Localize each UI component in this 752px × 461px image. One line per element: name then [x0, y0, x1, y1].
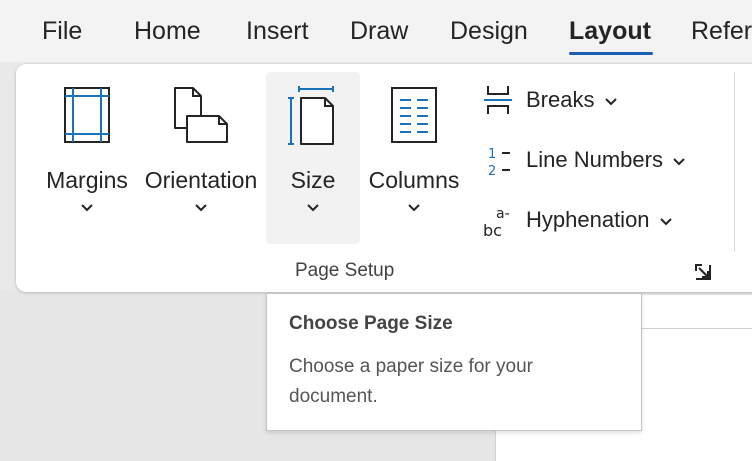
margins-label: Margins	[46, 167, 128, 193]
group-label-page-setup: Page Setup	[295, 260, 395, 281]
dialog-launcher-icon[interactable]	[694, 263, 712, 286]
tab-layout[interactable]: Layout	[569, 17, 651, 46]
chevron-down-icon	[80, 200, 94, 218]
svg-text:a-: a-	[496, 206, 510, 222]
breaks-icon	[482, 84, 514, 121]
hyphenation-label: Hyphenation	[526, 207, 672, 233]
size-tooltip: Choose Page Size Choose a paper size for…	[266, 293, 642, 431]
breaks-label: Breaks	[526, 87, 617, 113]
ribbon-group-separator	[734, 72, 735, 252]
line-numbers-label: Line Numbers	[526, 147, 685, 173]
orientation-button[interactable]: Orientation	[140, 72, 262, 244]
ribbon-tab-bar: File Home Insert Draw Design Layout Refe…	[0, 0, 752, 62]
tab-references[interactable]: Refer	[691, 17, 752, 46]
margins-button[interactable]: Margins	[40, 72, 134, 244]
size-label: Size	[290, 167, 336, 193]
orientation-label: Orientation	[144, 167, 258, 193]
columns-button[interactable]: Columns	[366, 72, 462, 244]
hyphenation-button[interactable]: a- bc Hyphenation	[478, 198, 693, 242]
tab-insert[interactable]: Insert	[246, 17, 309, 46]
svg-text:2: 2	[488, 164, 496, 178]
tab-file[interactable]: File	[42, 17, 82, 46]
orientation-icon	[171, 86, 231, 151]
page-size-icon	[287, 86, 339, 153]
size-button[interactable]: Size	[266, 72, 360, 244]
chevron-down-icon	[306, 200, 320, 218]
svg-text:bc: bc	[483, 221, 502, 240]
active-tab-indicator	[569, 52, 653, 55]
tab-draw[interactable]: Draw	[350, 17, 408, 46]
line-numbers-button[interactable]: 1 2 Line Numbers	[478, 138, 708, 182]
breaks-button[interactable]: Breaks	[478, 78, 628, 122]
hyphenation-icon: a- bc	[482, 204, 518, 245]
chevron-down-icon	[673, 157, 685, 166]
chevron-down-icon	[604, 97, 617, 106]
line-numbers-icon: 1 2	[482, 144, 514, 183]
tooltip-title: Choose Page Size	[289, 313, 453, 334]
margins-icon	[63, 86, 111, 149]
page-top-edge	[640, 328, 752, 329]
chevron-down-icon	[659, 217, 672, 226]
chevron-down-icon	[407, 200, 421, 218]
tab-design[interactable]: Design	[450, 17, 528, 46]
columns-icon	[390, 86, 438, 149]
chevron-down-icon	[194, 200, 208, 218]
tooltip-description: Choose a paper size for your document.	[289, 356, 533, 407]
tab-home[interactable]: Home	[134, 17, 201, 46]
columns-label: Columns	[368, 167, 460, 193]
svg-text:1: 1	[488, 147, 496, 162]
